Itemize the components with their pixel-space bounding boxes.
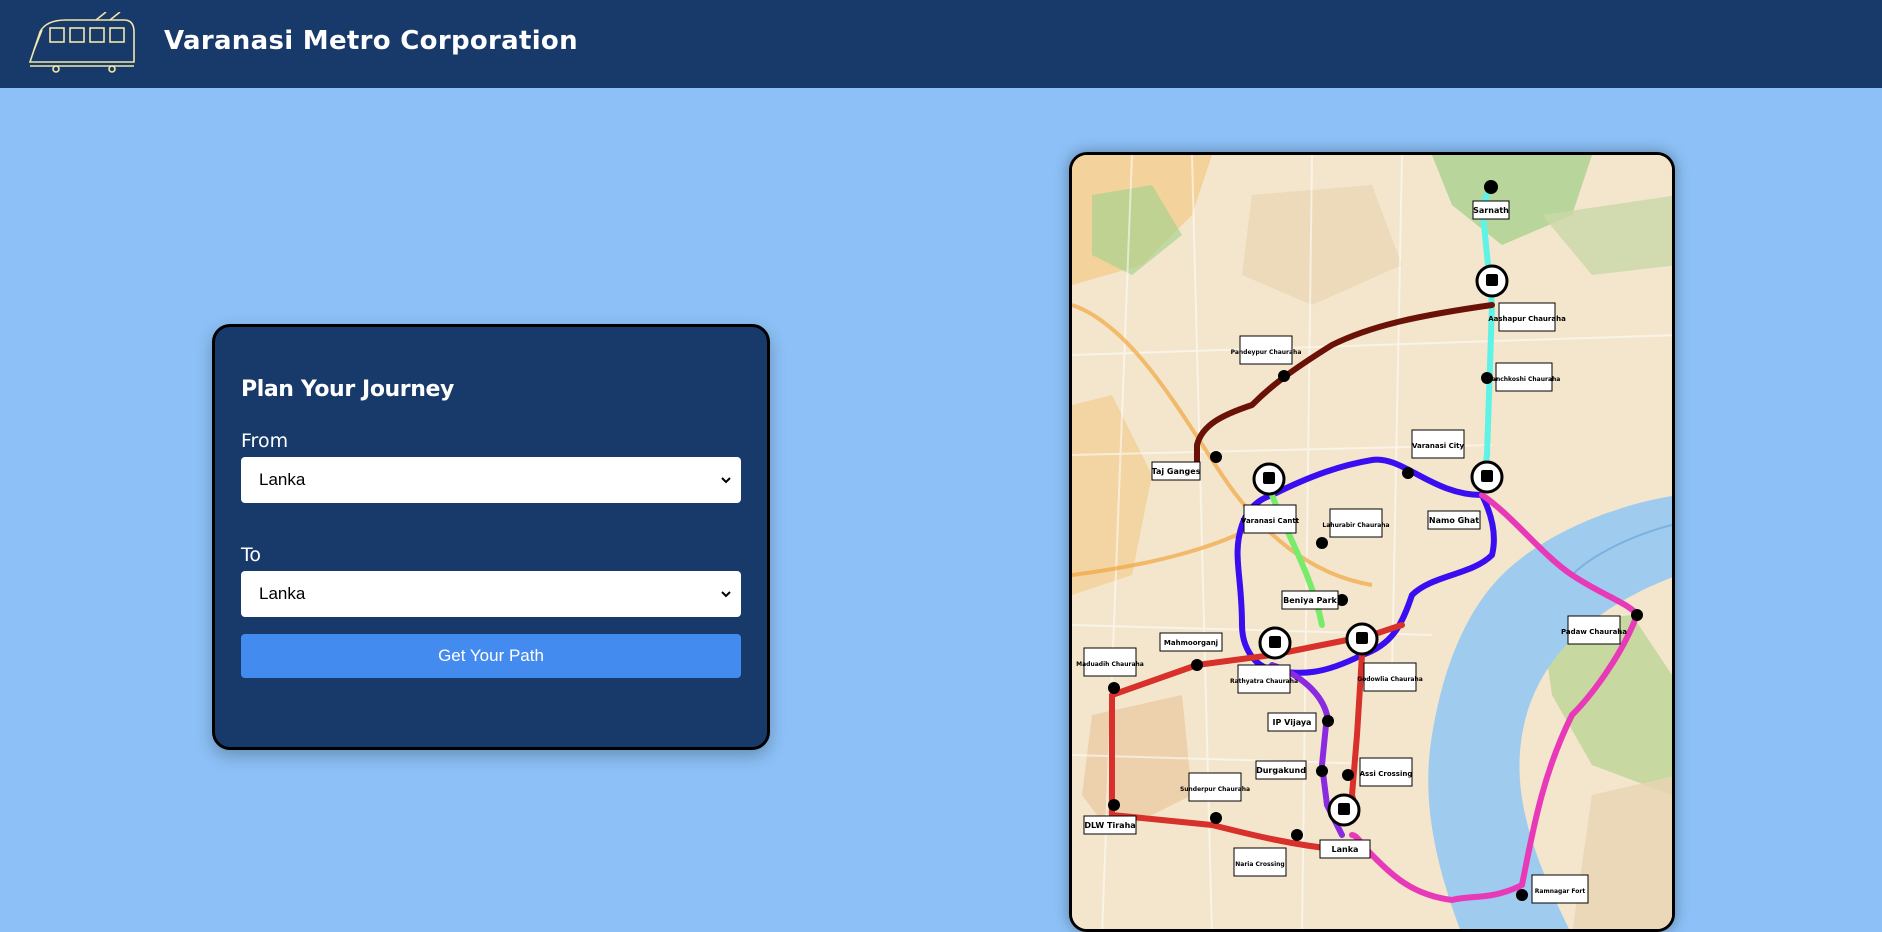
from-select-value: Lanka xyxy=(259,470,306,489)
metro-map: Sarnath Aashapur Chauraha Panchkoshi Cha… xyxy=(1069,152,1675,932)
from-label: From xyxy=(241,430,289,452)
chevron-down-icon xyxy=(721,591,731,598)
station-label-lahurabir: Lahurabir Chauraha xyxy=(1322,522,1389,529)
station-label-namo-ghat: Namo Ghat xyxy=(1429,516,1479,525)
station-label-padaw: Padaw Chauraha xyxy=(1561,628,1627,636)
station-label-maduadih: Maduadih Chauraha xyxy=(1076,661,1144,668)
station-label-godowlia: Godowlia Chauraha xyxy=(1357,676,1423,683)
metro-train-icon xyxy=(28,12,135,73)
station-label-taj-ganges: Taj Ganges xyxy=(1152,467,1201,476)
to-label: To xyxy=(241,544,262,566)
station-label-durgakund: Durgakund xyxy=(1256,766,1306,775)
station-label-dlw-tiraha: DLW Tiraha xyxy=(1084,821,1135,830)
from-select[interactable]: Lanka xyxy=(241,457,741,503)
station-label-sunderpur: Sunderpur Chauraha xyxy=(1180,786,1250,793)
station-label-rathyatra: Rathyatra Chauraha xyxy=(1230,678,1298,685)
station-label-mahmoorganj: Mahmoorganj xyxy=(1164,639,1218,647)
station-label-lanka: Lanka xyxy=(1332,845,1359,854)
station-label-varanasi-city: Varanasi City xyxy=(1412,442,1465,450)
journey-planner-panel: Plan Your Journey From Lanka To Lanka Ge… xyxy=(212,324,770,750)
station-label-assi-crossing: Assi Crossing xyxy=(1360,770,1413,778)
chevron-down-icon xyxy=(721,477,731,484)
station-label-sarnath: Sarnath xyxy=(1473,206,1509,215)
station-label-beniya-park: Beniya Park xyxy=(1283,596,1337,605)
station-label-aashapur: Aashapur Chauraha xyxy=(1488,315,1566,323)
metro-map-svg: Sarnath Aashapur Chauraha Panchkoshi Cha… xyxy=(1072,155,1672,929)
station-label-varanasi-cantt: Varanasi Cantt xyxy=(1241,517,1300,525)
to-select-value: Lanka xyxy=(259,584,306,603)
panel-heading: Plan Your Journey xyxy=(241,377,454,402)
station-label-naria: Naria Crossing xyxy=(1235,861,1284,868)
station-label-panchkoshi: Panchkoshi Chauraha xyxy=(1488,376,1561,383)
to-select[interactable]: Lanka xyxy=(241,571,741,617)
station-label-pandeypur: Pandeypur Chauraha xyxy=(1231,349,1302,356)
get-path-button[interactable]: Get Your Path xyxy=(241,634,741,678)
top-navbar: Varanasi Metro Corporation xyxy=(0,0,1882,88)
station-label-ramnagar: Ramnagar Fort xyxy=(1535,888,1586,895)
station-label-ip-vijaya: IP Vijaya xyxy=(1273,718,1312,727)
site-title: Varanasi Metro Corporation xyxy=(164,26,578,56)
